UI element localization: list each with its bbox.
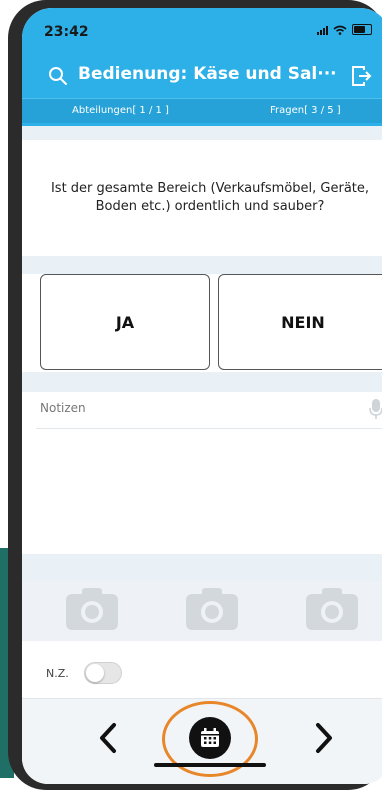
status-time: 23:42 <box>44 24 89 40</box>
departments-counter[interactable]: Abteilungen[ 1 / 1 ] <box>72 105 169 116</box>
phone-frame: 23:42 Bedienung: Käse und Sal··· Abteilu… <box>8 0 382 790</box>
page-title: Bedienung: Käse und Sal··· <box>78 64 337 84</box>
chevron-left-icon[interactable] <box>96 721 120 755</box>
toggle-knob <box>86 664 104 682</box>
camera-icon[interactable] <box>184 586 240 632</box>
calendar-button[interactable] <box>189 717 231 759</box>
home-indicator <box>154 763 266 767</box>
divider <box>22 256 382 274</box>
divider <box>22 126 382 140</box>
exit-icon[interactable] <box>350 64 372 88</box>
camera-icon[interactable] <box>64 586 120 632</box>
wifi-icon <box>333 25 347 35</box>
signal-icon <box>317 25 328 35</box>
bottom-nav <box>22 698 382 784</box>
notes-input[interactable]: Notizen <box>40 401 86 415</box>
app-header: 23:42 Bedienung: Käse und Sal··· Abteilu… <box>22 8 382 126</box>
divider <box>36 428 382 429</box>
battery-icon <box>352 24 372 35</box>
questions-counter[interactable]: Fragen[ 3 / 5 ] <box>270 105 341 116</box>
status-icons <box>317 24 372 35</box>
question-text: Ist der gesamte Bereich (Verkaufsmöbel, … <box>50 181 370 214</box>
divider <box>22 372 382 392</box>
divider <box>22 554 382 581</box>
app-screen: 23:42 Bedienung: Käse und Sal··· Abteilu… <box>22 8 382 784</box>
search-icon[interactable] <box>48 66 68 86</box>
progress-tabs: Abteilungen[ 1 / 1 ] Fragen[ 3 / 5 ] <box>22 98 382 123</box>
chevron-right-icon[interactable] <box>312 721 336 755</box>
mic-icon[interactable] <box>369 398 382 420</box>
title-row: Bedienung: Käse und Sal··· <box>22 60 382 92</box>
nz-toggle[interactable] <box>84 662 122 684</box>
calendar-icon <box>201 728 219 747</box>
camera-icon[interactable] <box>304 586 360 632</box>
answer-yes-button[interactable]: JA <box>40 274 210 370</box>
nz-label: N.Z. <box>46 667 69 680</box>
nz-row: N.Z. <box>22 652 382 692</box>
answer-no-button[interactable]: NEIN <box>218 274 382 370</box>
